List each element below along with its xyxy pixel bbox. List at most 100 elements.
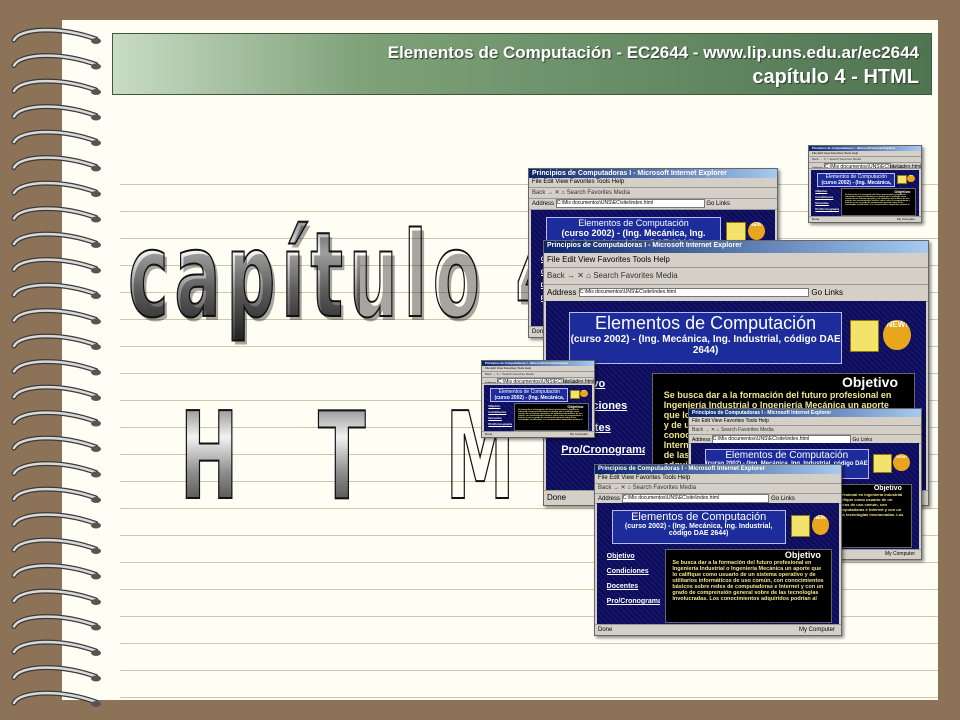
objective-panel: Objetivo Se busca dar a la formación del… [664, 549, 832, 623]
status-done: Done [598, 627, 613, 633]
go-button: Go [771, 496, 780, 503]
browser-toolbar: Back → ✕ ⌂ Search Favorites Media [544, 268, 928, 285]
spiral-hole [91, 267, 101, 274]
address-label: Address [532, 201, 555, 208]
spiral-coil-highlight [12, 487, 98, 501]
status-zone: My Computer [798, 627, 835, 633]
links-label: Links [569, 380, 577, 384]
browser-toolbar: Back → ✕ ⌂ Search Favorites Media [595, 484, 841, 494]
address-field: C:\Mis documentos\UNS\EC\site\index.html [555, 199, 705, 208]
spiral-hole [91, 369, 101, 376]
page-content: Elementos de Computación (curso 2002) - … [484, 385, 592, 432]
site-icons: NEW! [897, 174, 915, 185]
address-field: C:\Mis documentos\UNS\EC\site\index.html [823, 163, 921, 168]
site-title-box: Elementos de Computación (curso 2002) - … [817, 172, 896, 188]
links-label: Links [780, 496, 795, 503]
chapter-header: capítulo 4 - HTML [752, 66, 919, 88]
spiral-hole [91, 89, 101, 95]
address-label: Address [812, 165, 824, 169]
objective-panel: Objetivo Se busca dar a la formación del… [514, 402, 589, 432]
chapter-subtitle: H T M L [179, 387, 639, 528]
spiral-hole [91, 650, 101, 656]
site-icons: NEW! [790, 515, 830, 537]
site-menu-item: Condiciones [606, 568, 649, 576]
go-button: Go [892, 165, 897, 169]
site-title: Elementos de Computación [595, 313, 817, 334]
spiral-coil-highlight [12, 309, 98, 322]
envelope-icon [570, 389, 581, 400]
site-title: Elementos de Computación [725, 450, 849, 462]
status-bar: Done My Computer [595, 624, 841, 635]
status-done: Done [547, 493, 567, 502]
site-subtitle: (curso 2002) - (Ing. Mecánica, Ing. Indu… [494, 394, 565, 401]
spiral-coil-highlight [12, 105, 98, 118]
spiral-hole [91, 573, 101, 580]
window-title-bar: Principios de Computadoras I - Microsoft… [529, 169, 777, 178]
objective-text: Se busca dar a la formación del futuro p… [845, 193, 910, 206]
new-badge-icon: NEW! [906, 174, 915, 183]
site-menu-item: Docentes [606, 583, 639, 591]
objective-panel: Objetivo Se busca dar a la formación del… [841, 187, 916, 217]
spiral-coil-highlight [12, 334, 98, 348]
spiral-binding [11, 27, 101, 707]
site-icons: NEW! [850, 320, 911, 353]
header-band: Elementos de Computación - EC2644 - www.… [112, 33, 932, 95]
site-title-box: Elementos de Computación (curso 2002) - … [568, 312, 843, 364]
address-label: Address [547, 288, 577, 297]
browser-toolbar: Back → ✕ ⌂ Search Favorites Media [689, 426, 921, 435]
status-zone: My Computer [884, 551, 915, 557]
browser-window-thumbnail: Principios de Computadoras I - Microsoft… [481, 360, 595, 438]
address-bar: Address C:\Mis documentos\UNS\EC\site\in… [482, 378, 594, 384]
menu-bar: File Edit View Favorites Tools Help [595, 474, 841, 484]
site-menu-item: Objetivo [606, 553, 635, 561]
objective-text: Se busca dar a la formación del futuro p… [518, 408, 583, 421]
spiral-coil-highlight [12, 436, 98, 450]
address-bar: Address C:\Mis documentos\UNS\EC\site\in… [544, 285, 928, 302]
spiral-hole [91, 191, 101, 197]
address-label: Address [485, 380, 497, 384]
page-content: Elementos de Computación (curso 2002) - … [811, 170, 919, 217]
links-label: Links [896, 165, 904, 169]
spiral-hole [91, 446, 101, 452]
spiral-coil-highlight [12, 589, 98, 603]
links-label: Links [860, 436, 873, 443]
site-title-box: Elementos de Computación (curso 2002) - … [611, 510, 786, 545]
site-subtitle: (curso 2002) - (Ing. Mecánica, Ing. Indu… [570, 334, 841, 357]
spiral-coil-highlight [12, 54, 98, 67]
window-title-bar: Principios de Computadoras I - Microsoft… [544, 241, 928, 253]
address-bar: Address C:\Mis documentos\UNS\EC\site\in… [809, 163, 921, 169]
new-badge-icon: NEW! [811, 515, 830, 535]
browser-toolbar: Back → ✕ ⌂ Search Favorites Media [529, 188, 777, 199]
go-button: Go [565, 380, 570, 384]
site-menu: Objetivo Condiciones Docentes Pro/Cronog… [607, 549, 660, 622]
go-button: Go [811, 288, 823, 297]
spiral-hole [91, 420, 101, 427]
objective-heading: Objetivo [841, 374, 898, 391]
spiral-coil-highlight [12, 207, 98, 220]
spiral-coil-highlight [12, 411, 98, 424]
site-title: Elementos de Computación [498, 388, 561, 395]
address-bar: Address C:\Mis documentos\UNS\EC\site\in… [529, 199, 777, 210]
status-zone: My Computer [896, 217, 915, 221]
spiral-coil-highlight [12, 360, 98, 373]
spiral-hole [91, 114, 101, 121]
spiral-coil-highlight [12, 385, 98, 399]
status-bar: Done My Computer [809, 216, 921, 222]
site-title-box: Elementos de Computación (curso 2002) - … [490, 387, 569, 403]
spiral-hole [91, 318, 101, 325]
spiral-hole [91, 293, 101, 299]
site-menu: Objetivo Condiciones Docentes Pro/Cronog… [488, 403, 512, 431]
browser-window-front: Principios de Computadoras I - Microsoft… [594, 464, 842, 636]
address-label: Address [692, 436, 711, 443]
spiral-coil-highlight [12, 564, 98, 577]
status-zone: My Computer [569, 432, 588, 436]
new-badge-icon: NEW! [747, 221, 766, 241]
site-menu-item: Pro/Cronograma [815, 206, 839, 211]
go-button: Go [852, 436, 860, 443]
status-done: Done [812, 217, 820, 221]
spiral-coil-highlight [12, 640, 98, 654]
address-field: C:\Mis documentos\UNS\EC\site\index.html [496, 378, 594, 383]
spiral-hole [91, 675, 101, 682]
spiral-coil-highlight [12, 513, 98, 526]
spiral-hole [91, 63, 101, 70]
